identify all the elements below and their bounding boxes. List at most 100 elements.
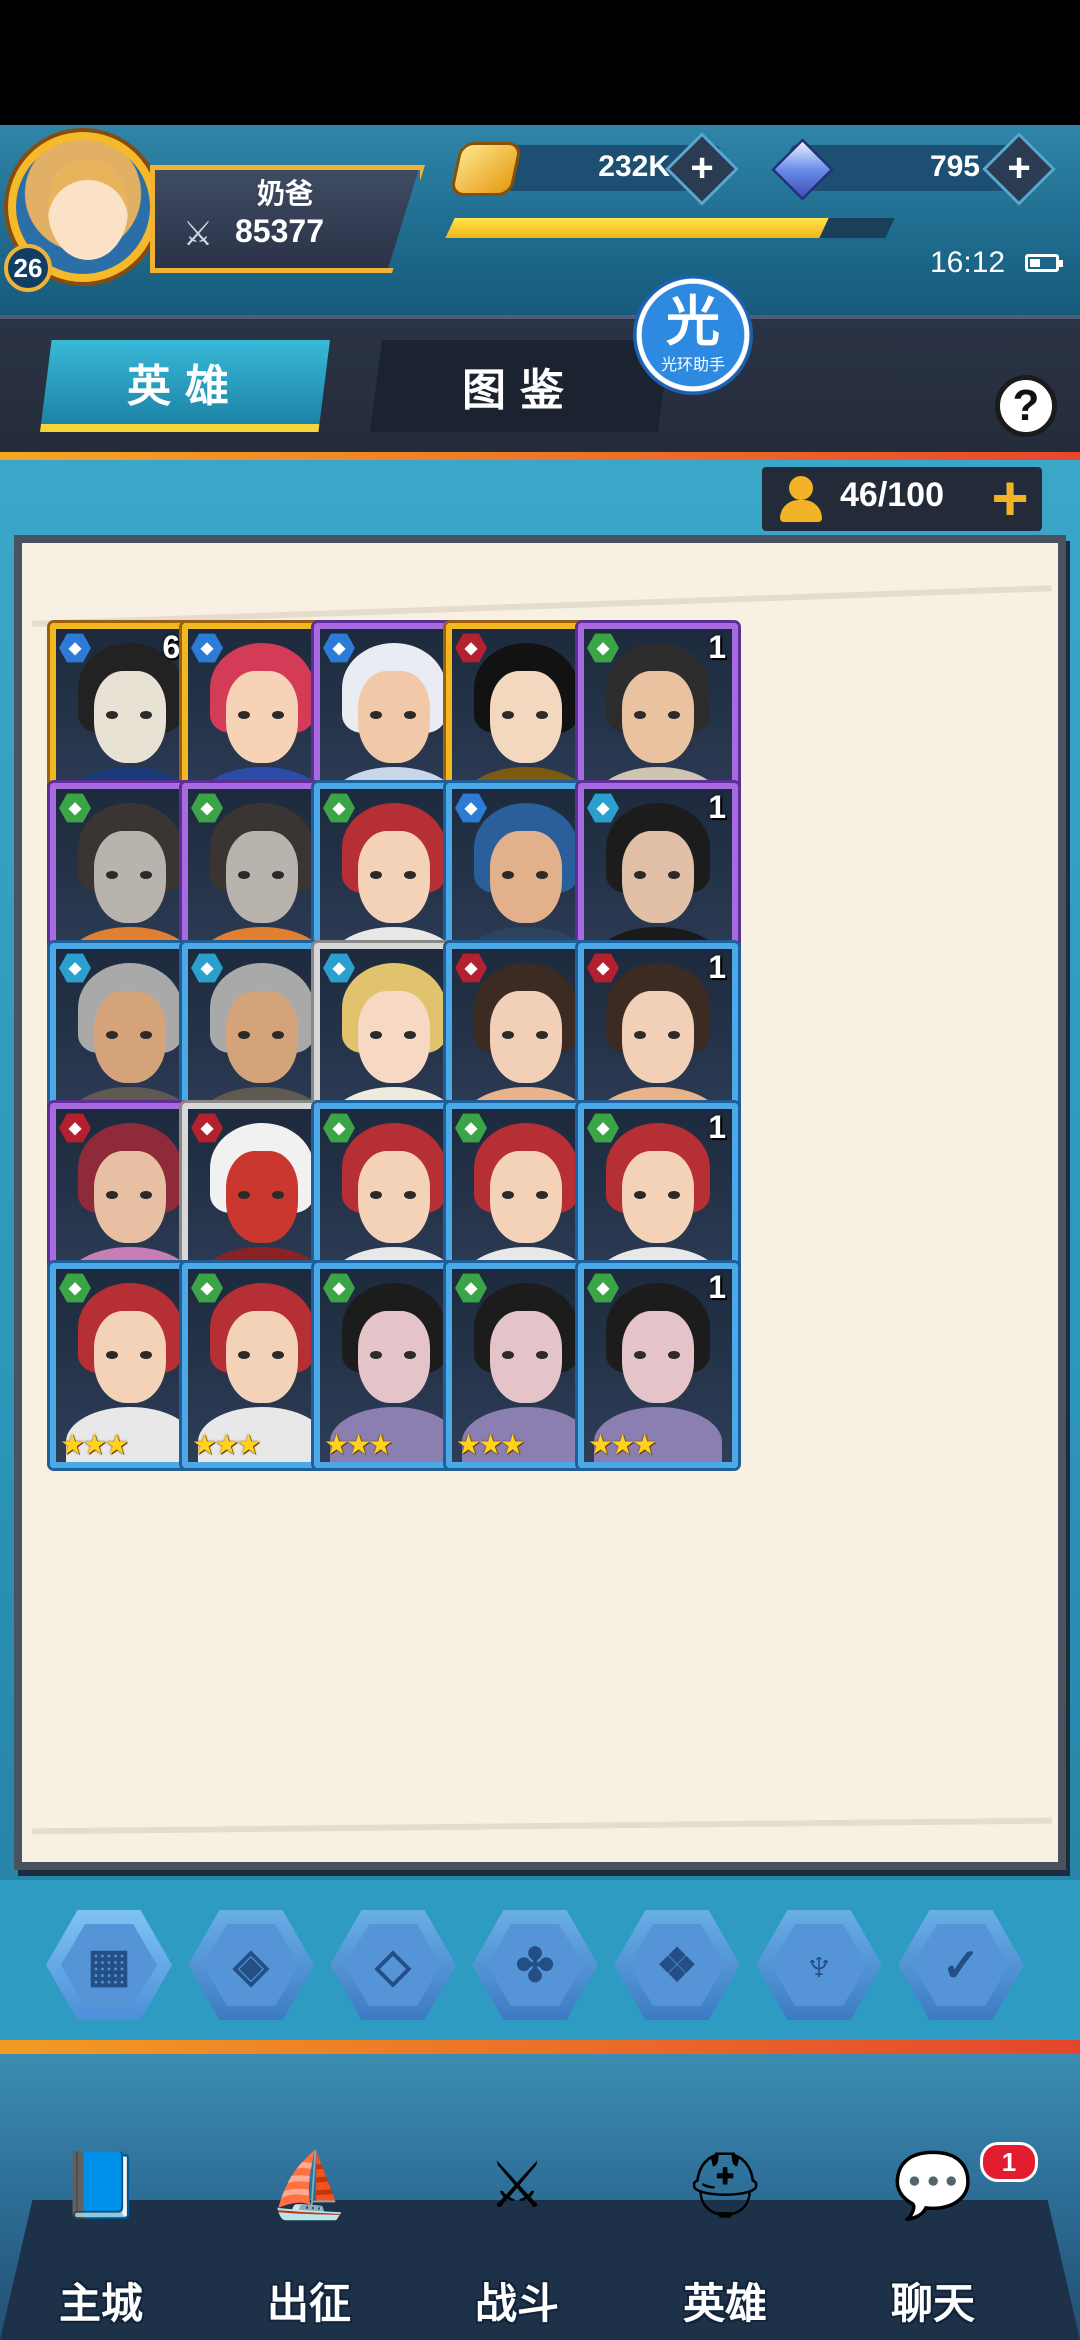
hero-eye — [404, 1031, 416, 1039]
hero-face — [94, 831, 166, 923]
gem-amount: 795 — [929, 150, 980, 183]
hero-eye — [370, 871, 382, 879]
hero-count: 1 — [708, 1109, 726, 1145]
tab-codex[interactable]: 图鉴 — [370, 340, 670, 432]
player-level-badge: 26 — [4, 244, 52, 292]
hero-face — [622, 1311, 694, 1403]
hero-eye — [502, 711, 514, 719]
nav-label: 主城 — [58, 2280, 143, 2327]
hero-eye — [536, 711, 548, 719]
filter-demon-icon: ♆ — [771, 1924, 867, 2006]
hero-eye — [140, 871, 152, 879]
filter-water-icon: ◈ — [203, 1924, 299, 2006]
player-power-value: 85377 — [235, 213, 324, 249]
hero-count: 1 — [708, 789, 726, 825]
hero-eye — [668, 1191, 680, 1199]
hero-eye — [668, 871, 680, 879]
hero-face — [94, 1311, 166, 1403]
filter-all-icon: ▦ — [61, 1924, 157, 2006]
expand-capacity-button[interactable]: + — [985, 466, 1035, 530]
hero-face — [226, 991, 298, 1083]
plus-icon: + — [1007, 146, 1031, 190]
experience-bar-fill — [445, 218, 829, 238]
hero-eye — [140, 1031, 152, 1039]
star-rating: ★★★ — [60, 1429, 129, 1460]
help-button[interactable]: ? — [995, 375, 1057, 437]
hero-face — [358, 1151, 430, 1243]
hero-eye — [238, 711, 250, 719]
nav-label: 英雄 — [682, 2280, 767, 2327]
hero-eye — [634, 1031, 646, 1039]
hero-eye — [536, 871, 548, 879]
filter-beast-icon: ❖ — [629, 1924, 725, 2006]
hero-eye — [370, 1351, 382, 1359]
hero-eye — [668, 711, 680, 719]
hero-eye — [106, 1351, 118, 1359]
hero-eye — [502, 1191, 514, 1199]
hero-face — [226, 1311, 298, 1403]
hero-face — [226, 1151, 298, 1243]
hero-face — [94, 1151, 166, 1243]
star-rating: ★★★ — [324, 1429, 393, 1460]
hero-face — [622, 671, 694, 763]
hero-face — [358, 991, 430, 1083]
hero-face — [622, 1151, 694, 1243]
crossed-swords-icon: ⚔ — [488, 2148, 546, 2221]
helper-glyph: 光 — [666, 292, 720, 352]
hero-eye — [140, 1351, 152, 1359]
hero-eye — [370, 1191, 382, 1199]
hero-eye — [272, 711, 284, 719]
hero-eye — [238, 1191, 250, 1199]
hero-face — [490, 831, 562, 923]
hero-face — [358, 831, 430, 923]
hero-eye — [140, 1191, 152, 1199]
clock-time: 16:12 — [930, 246, 1006, 279]
nav-item-3[interactable]: ⛑ 英雄 — [640, 2130, 810, 2330]
hero-face — [94, 671, 166, 763]
nav-item-1[interactable]: ⛵ 出征 — [224, 2130, 394, 2330]
hero-eye — [634, 871, 646, 879]
crossed-swords-icon: ⚔ — [182, 215, 214, 253]
chat-notification-badge: 1 — [980, 2142, 1038, 2182]
halo-helper-button[interactable]: 光 光环助手 — [633, 275, 753, 395]
hero-eye — [106, 1031, 118, 1039]
filter-holy-icon: ✤ — [487, 1924, 583, 2006]
star-rating: ★★★ — [192, 1429, 261, 1460]
hero-eye — [502, 871, 514, 879]
nav-label: 出征 — [266, 2280, 351, 2327]
board-decor-line — [31, 1817, 1053, 1835]
hero-helmet-icon: ⛑ — [684, 2148, 766, 2221]
nav-label: 聊天 — [890, 2280, 975, 2327]
hero-face — [490, 991, 562, 1083]
hero-eye — [404, 711, 416, 719]
avatar-portrait — [48, 160, 128, 260]
nav-item-0[interactable]: 📘 主城 — [16, 2130, 186, 2330]
hero-eye — [404, 1191, 416, 1199]
battery-icon — [1025, 254, 1063, 272]
hero-eye — [536, 1351, 548, 1359]
star-rating: ★★★ — [456, 1429, 525, 1460]
hero-eye — [634, 1351, 646, 1359]
hero-count: 1 — [708, 1269, 726, 1305]
hero-face — [358, 1311, 430, 1403]
hero-face — [226, 831, 298, 923]
top-status-area — [0, 0, 1080, 125]
hero-eye — [238, 871, 250, 879]
star-rating: ★★★ — [588, 1429, 657, 1460]
hero-eye — [536, 1031, 548, 1039]
hero-eye — [536, 1191, 548, 1199]
hero-eye — [634, 1191, 646, 1199]
hero-eye — [272, 1351, 284, 1359]
gold-amount: 232K — [598, 150, 670, 183]
hero-face — [226, 671, 298, 763]
hero-eye — [370, 711, 382, 719]
nav-label: 战斗 — [474, 2280, 559, 2327]
hero-card[interactable]: ◆1★★★ — [578, 1263, 738, 1468]
chat-icon: 💬 — [893, 2148, 973, 2221]
nav-item-2[interactable]: ⚔ 战斗 — [432, 2130, 602, 2330]
tab-heroes[interactable]: 英雄 — [40, 340, 330, 432]
hero-count: 1 — [708, 949, 726, 985]
hero-eye — [370, 1031, 382, 1039]
hero-face — [490, 671, 562, 763]
hero-face — [490, 1151, 562, 1243]
